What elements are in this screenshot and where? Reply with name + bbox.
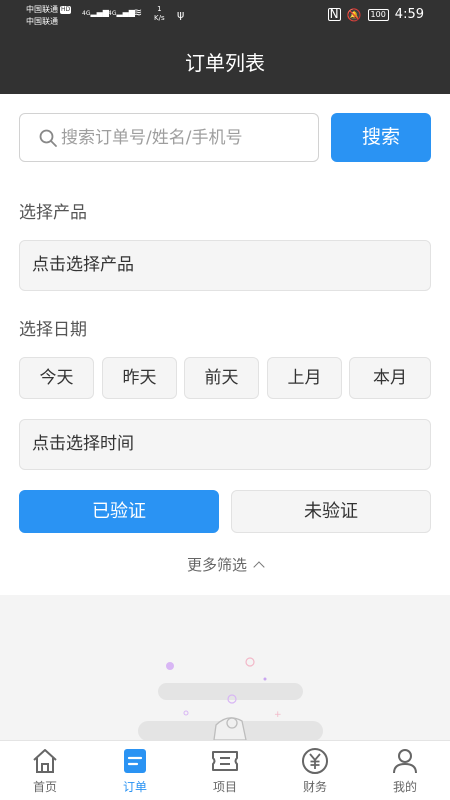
product-select[interactable]: 点击选择产品 bbox=[19, 240, 431, 291]
tab-home-label: 首页 bbox=[32, 780, 57, 794]
product-section-label: 选择产品 bbox=[19, 203, 87, 223]
carrier-info: 中国联通 HD 中国联通 bbox=[26, 4, 72, 28]
carrier-1: 中国联通 bbox=[26, 5, 58, 14]
chevron-up-icon bbox=[253, 561, 265, 573]
status-time: 4:59 bbox=[394, 7, 424, 22]
more-filters-toggle[interactable]: 更多筛选 bbox=[0, 554, 450, 575]
usb-icon: ψ bbox=[177, 8, 185, 21]
yen-icon bbox=[302, 748, 328, 774]
mute-icon: 🔕 bbox=[346, 7, 362, 22]
date-yesterday-button[interactable]: 昨天 bbox=[102, 357, 177, 399]
tab-projects[interactable]: 项目 bbox=[180, 741, 270, 800]
carrier-2: 中国联通 bbox=[26, 17, 58, 26]
time-select[interactable]: 点击选择时间 bbox=[19, 419, 431, 470]
hd-badge: HD bbox=[60, 6, 72, 14]
date-this-month-button[interactable]: 本月 bbox=[349, 357, 431, 399]
tab-bar: 首页 订单 项目 财务 我的 bbox=[0, 740, 450, 800]
order-icon bbox=[124, 749, 146, 773]
page-title: 订单列表 bbox=[0, 32, 450, 94]
tab-projects-label: 项目 bbox=[212, 780, 237, 794]
tab-finance-label: 财务 bbox=[302, 780, 327, 794]
network-speed: 1 K/s bbox=[154, 5, 165, 22]
tab-orders-label: 订单 bbox=[122, 780, 147, 794]
home-icon bbox=[33, 749, 57, 773]
unverified-button[interactable]: 未验证 bbox=[231, 490, 431, 533]
date-last-month-button[interactable]: 上月 bbox=[267, 357, 342, 399]
signal-icon-2: 4G▂▄▆ bbox=[108, 8, 135, 17]
search-input[interactable] bbox=[61, 114, 311, 161]
tab-finance[interactable]: 财务 bbox=[270, 741, 360, 800]
verified-button[interactable]: 已验证 bbox=[19, 490, 219, 533]
tab-mine[interactable]: 我的 bbox=[360, 741, 450, 800]
svg-text:+: + bbox=[274, 710, 282, 720]
date-today-button[interactable]: 今天 bbox=[19, 357, 94, 399]
date-day-before-button[interactable]: 前天 bbox=[184, 357, 259, 399]
more-filters-label: 更多筛选 bbox=[186, 556, 247, 574]
search-box[interactable] bbox=[19, 113, 319, 162]
empty-state: + bbox=[0, 595, 450, 740]
tab-home[interactable]: 首页 bbox=[0, 741, 90, 800]
ticket-icon bbox=[212, 751, 238, 771]
signal-icon: 4G▂▄▆ bbox=[82, 8, 109, 17]
search-button[interactable]: 搜索 bbox=[331, 113, 431, 162]
nfc-icon: N bbox=[327, 7, 341, 21]
wifi-icon: ≋ bbox=[133, 6, 143, 19]
empty-state-illustration: + bbox=[138, 657, 323, 740]
date-section-label: 选择日期 bbox=[19, 320, 87, 340]
user-icon bbox=[393, 749, 417, 774]
battery-icon: 100 bbox=[367, 8, 389, 21]
tab-orders[interactable]: 订单 bbox=[90, 741, 180, 800]
status-bar: 中国联通 HD 中国联通 4G▂▄▆ 4G▂▄▆ ≋ 1 K/s ψ N 🔕 10… bbox=[0, 0, 450, 32]
status-right: N 🔕 100 4:59 bbox=[327, 7, 424, 22]
search-icon bbox=[39, 129, 57, 147]
tab-mine-label: 我的 bbox=[392, 780, 417, 794]
